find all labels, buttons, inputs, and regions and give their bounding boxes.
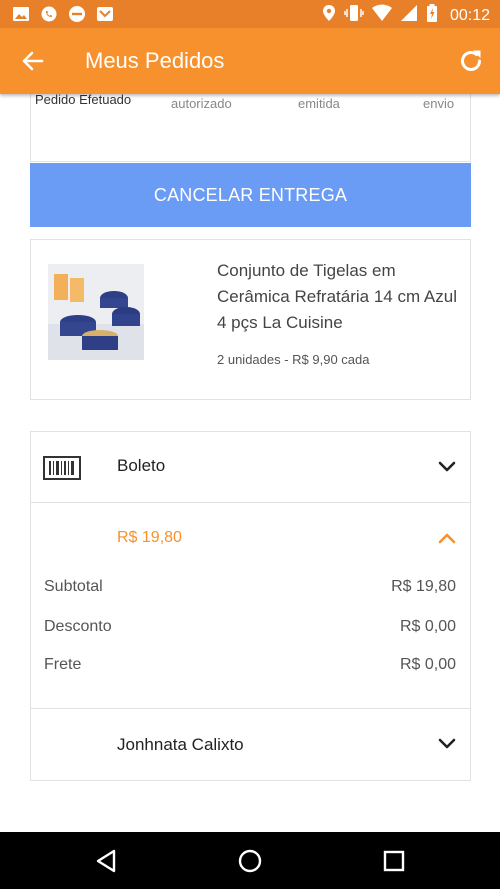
product-image (48, 264, 144, 360)
discount-value: R$ 0,00 (399, 618, 456, 635)
payment-summary-card: Boleto R$ 19,80 Subtotal R$ 19,80 Descon… (30, 431, 471, 781)
notification-icon (96, 5, 114, 23)
back-triangle-icon[interactable] (94, 848, 120, 874)
location-icon (322, 4, 336, 27)
chevron-up-icon[interactable] (438, 531, 456, 544)
discount-label: Desconto (44, 618, 112, 635)
order-details[interactable]: Pedido Efetuado autorizado emitida envio… (0, 94, 500, 832)
progress-step-label: envio (423, 96, 455, 111)
vibrate-icon (344, 4, 364, 27)
barcode-icon (43, 456, 81, 480)
do-not-disturb-icon (68, 5, 86, 23)
page-title: Meus Pedidos (85, 48, 225, 73)
system-nav-bar (0, 832, 500, 889)
chevron-down-icon[interactable] (438, 737, 456, 749)
status-time: 00:12 (449, 6, 490, 24)
refresh-icon[interactable] (456, 46, 486, 76)
recipient-row[interactable]: Jonhnata Calixto (31, 708, 470, 781)
recipient-name: Jonhnata Calixto (117, 735, 244, 754)
status-right-icons: 00:12 (322, 4, 490, 27)
cancel-delivery-button[interactable]: CANCELAR ENTREGA (30, 163, 471, 227)
recents-square-icon[interactable] (381, 848, 407, 874)
payment-method-row[interactable]: Boleto (31, 432, 470, 503)
wifi-icon (371, 4, 392, 27)
back-arrow-icon[interactable] (20, 48, 46, 74)
status-left-icons (12, 5, 114, 23)
payment-method-label: Boleto (117, 456, 166, 475)
battery-icon (426, 4, 438, 27)
order-total: R$ 19,80 (117, 529, 182, 546)
status-bar: 00:12 (0, 0, 500, 28)
subtotal-value: R$ 19,80 (391, 578, 456, 595)
whatsapp-icon (40, 5, 58, 23)
home-circle-icon[interactable] (237, 848, 263, 874)
product-name: Conjunto de Tigelas em Cerâmica Refratár… (217, 261, 457, 332)
progress-step-label: emitida (298, 96, 340, 111)
chevron-down-icon[interactable] (438, 460, 456, 472)
progress-step-label: Pedido Efetuado (35, 94, 132, 107)
shipping-value: R$ 0,00 (399, 656, 456, 673)
signal-icon (400, 4, 418, 27)
product-quantity: 2 unidades - R$ 9,90 cada (217, 352, 370, 367)
shipping-label: Frete (44, 656, 82, 673)
app-bar: Meus Pedidos (0, 28, 500, 94)
order-progress-card: Pedido Efetuado autorizado emitida envio (30, 94, 471, 162)
image-icon (12, 5, 30, 23)
progress-step-label: autorizado (171, 96, 232, 111)
subtotal-label: Subtotal (44, 578, 103, 595)
product-card[interactable]: Conjunto de Tigelas em Cerâmica Refratár… (30, 239, 471, 400)
